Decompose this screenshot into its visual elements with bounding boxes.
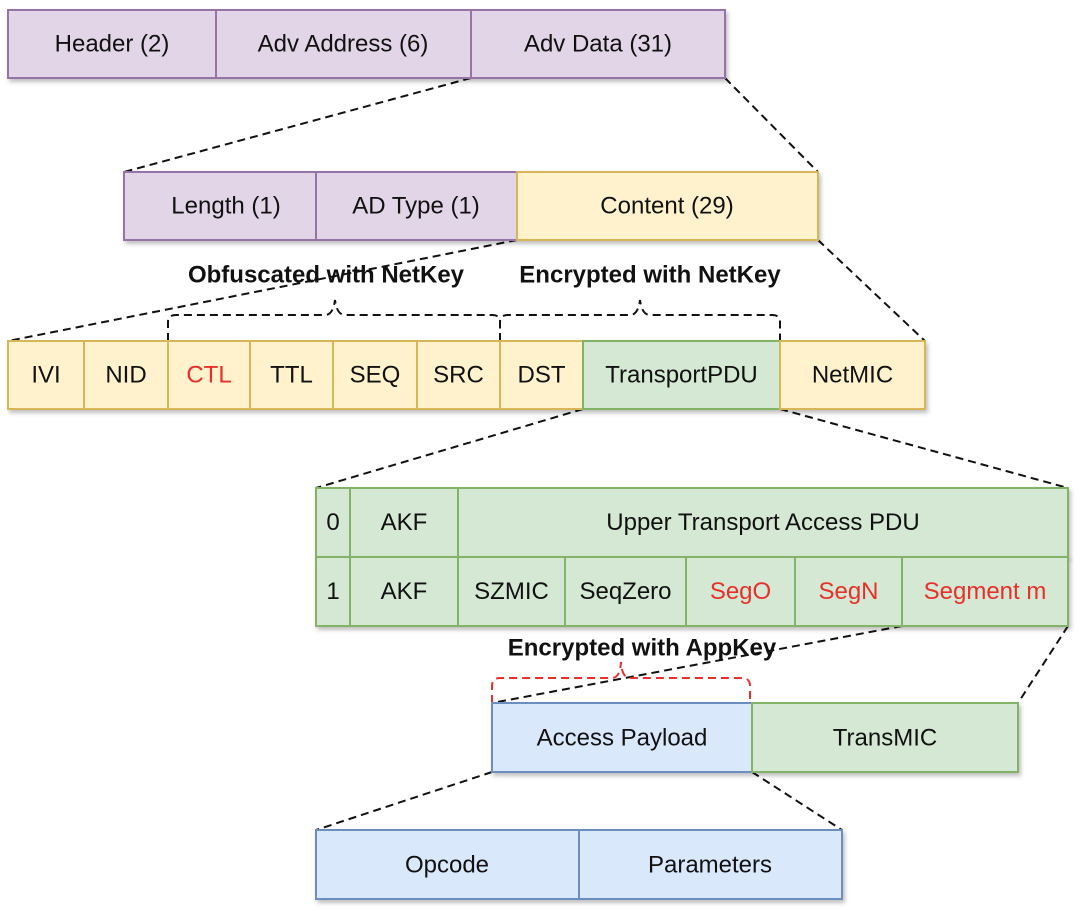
transport-segmented-label: AKF bbox=[381, 578, 428, 605]
header-label: Header (2) bbox=[55, 31, 170, 58]
transport-segmented-label: SegO bbox=[710, 578, 771, 605]
network-pdu-label: IVI bbox=[31, 362, 60, 389]
ble-mesh-packet-diagram: Header (2) Adv Address (6) Adv Data (31)… bbox=[7, 9, 1069, 900]
transport-segmented-label: SegN bbox=[818, 578, 878, 605]
transport-unsegmented-label: AKF bbox=[381, 509, 428, 536]
adv-address-label: Adv Address (6) bbox=[258, 31, 429, 58]
network-pdu-label: NID bbox=[105, 362, 146, 389]
ad-type-label: AD Type (1) bbox=[352, 193, 480, 220]
length-label: Length (1) bbox=[171, 193, 280, 220]
transport-segmented-label: Segment m bbox=[924, 578, 1047, 605]
content-label: Content (29) bbox=[600, 193, 733, 220]
network-pdu-label: SRC bbox=[433, 362, 484, 389]
adv-data-label: Adv Data (31) bbox=[524, 31, 672, 58]
transport-unsegmented-label: 0 bbox=[326, 509, 339, 536]
encrypted-netkey-label: Encrypted with NetKey bbox=[519, 262, 781, 289]
network-pdu-label: TransportPDU bbox=[605, 362, 757, 389]
network-pdu-label: DST bbox=[518, 362, 566, 389]
opcode-label: Opcode bbox=[405, 852, 489, 879]
transmic-label: TransMIC bbox=[833, 725, 937, 752]
obfuscated-label: Obfuscated with NetKey bbox=[188, 262, 465, 289]
transport-segmented-label: SZMIC bbox=[474, 578, 549, 605]
obfuscated-brace bbox=[167, 299, 501, 341]
transport-segmented-label: SeqZero bbox=[579, 578, 671, 605]
encrypted-netkey-brace bbox=[499, 299, 781, 341]
transport-segmented-label: 1 bbox=[326, 578, 339, 605]
network-pdu-label: NetMIC bbox=[812, 362, 893, 389]
network-pdu-label: TTL bbox=[270, 362, 313, 389]
parameters-label: Parameters bbox=[648, 852, 772, 879]
transport-unsegmented-label: Upper Transport Access PDU bbox=[606, 509, 919, 536]
network-pdu-label: CTL bbox=[186, 362, 231, 389]
encrypted-appkey-brace bbox=[491, 661, 751, 703]
encrypted-appkey-label: Encrypted with AppKey bbox=[508, 635, 777, 662]
access-payload-label: Access Payload bbox=[537, 725, 708, 752]
network-pdu-label: SEQ bbox=[350, 362, 401, 389]
